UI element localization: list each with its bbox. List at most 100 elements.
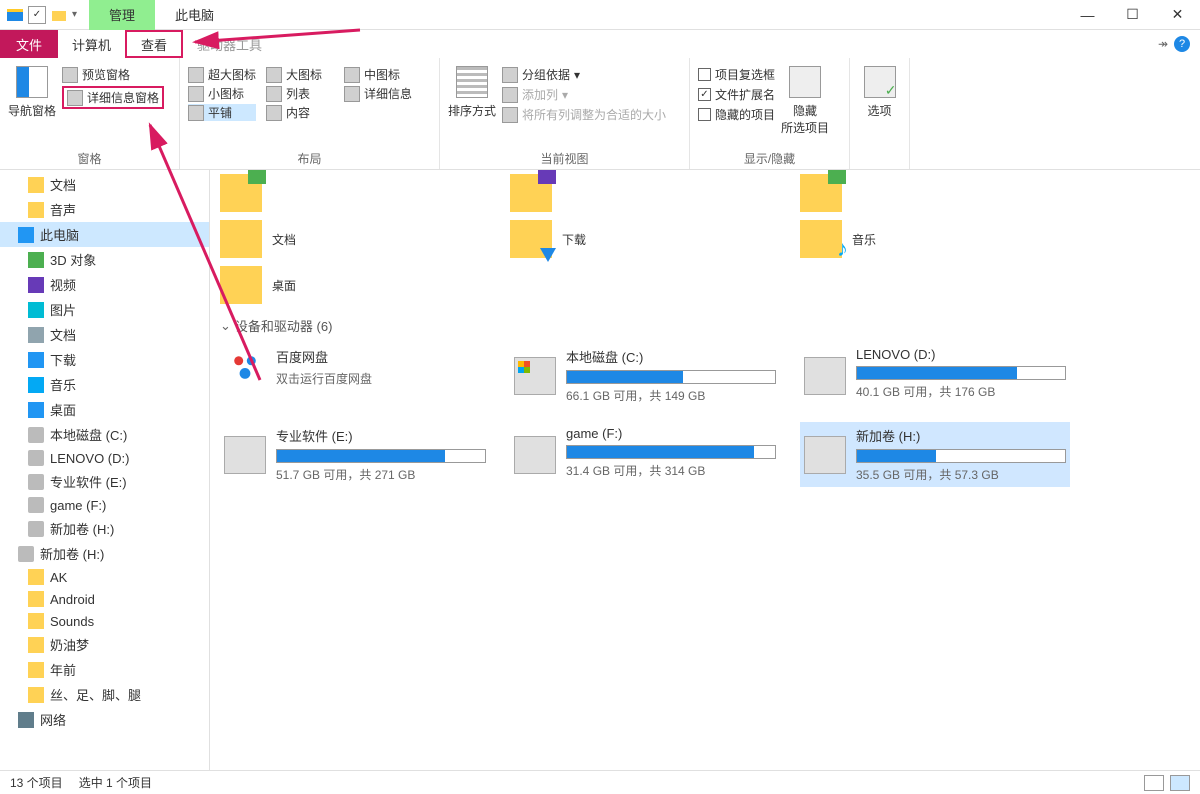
layout-tiles[interactable]: 平铺 (188, 104, 256, 121)
options-button[interactable]: ✓ 选项 (858, 62, 901, 119)
file-ext-toggle[interactable]: ✓文件扩展名 (698, 86, 775, 103)
sidebar-item-2[interactable]: 此电脑 (0, 222, 209, 247)
folder-icon (28, 202, 44, 218)
icons-view-toggle[interactable] (1170, 775, 1190, 791)
sidebar-item-label: 新加卷 (H:) (40, 544, 104, 563)
layout-md[interactable]: 中图标 (344, 66, 412, 83)
layout-xl[interactable]: 超大图标 (188, 66, 256, 83)
preview-pane-button[interactable]: 预览窗格 (62, 66, 164, 83)
drive-usage-bar (566, 445, 776, 459)
folder-item[interactable]: 音乐 (800, 220, 1050, 258)
ribbon-group-layout: 布局 (188, 148, 431, 167)
folder-item[interactable]: 桌面 (220, 266, 470, 304)
group-by-button[interactable]: 分组依据 ▾ (502, 66, 666, 83)
sidebar[interactable]: 文档音声此电脑3D 对象视频图片文档下载音乐桌面本地磁盘 (C:)LENOVO … (0, 170, 210, 770)
hide-selected-button[interactable]: 隐藏 所选项目 (781, 62, 829, 136)
tab-view[interactable]: 查看 (125, 30, 183, 58)
layout-details[interactable]: 详细信息 (344, 85, 412, 102)
tab-computer[interactable]: 计算机 (58, 30, 125, 58)
context-tab-manage[interactable]: 管理 (89, 0, 155, 30)
folder-item[interactable] (800, 174, 1050, 212)
folder-label: 下载 (562, 231, 586, 248)
sidebar-item-11[interactable]: LENOVO (D:) (0, 447, 209, 469)
folder-icon (28, 569, 44, 585)
folder-item[interactable] (220, 174, 470, 212)
drive-item[interactable]: 新加卷 (H:)35.5 GB 可用，共 57.3 GB (800, 422, 1070, 487)
layout-sm[interactable]: 小图标 (188, 85, 256, 102)
net-icon (18, 712, 34, 728)
sidebar-item-label: 视频 (50, 275, 76, 294)
sidebar-item-19[interactable]: 奶油梦 (0, 632, 209, 657)
drive-item[interactable]: 专业软件 (E:)51.7 GB 可用，共 271 GB (220, 422, 490, 487)
sidebar-item-label: 年前 (50, 660, 76, 679)
sidebar-item-10[interactable]: 本地磁盘 (C:) (0, 422, 209, 447)
sidebar-item-14[interactable]: 新加卷 (H:) (0, 516, 209, 541)
minimize-button[interactable]: — (1065, 0, 1110, 30)
folder-item[interactable] (510, 174, 760, 212)
drive-sub: 51.7 GB 可用，共 271 GB (276, 466, 486, 483)
maximize-button[interactable]: ☐ (1110, 0, 1155, 30)
sidebar-item-4[interactable]: 视频 (0, 272, 209, 297)
sidebar-item-16[interactable]: AK (0, 566, 209, 588)
details-view-toggle[interactable] (1144, 775, 1164, 791)
layout-list[interactable]: 列表 (266, 85, 334, 102)
sidebar-item-7[interactable]: 下载 (0, 347, 209, 372)
sidebar-item-6[interactable]: 文档 (0, 322, 209, 347)
hidden-items-toggle[interactable]: 隐藏的项目 (698, 106, 775, 123)
layout-content[interactable]: 内容 (266, 104, 334, 121)
sidebar-item-22[interactable]: 网络 (0, 707, 209, 732)
sidebar-item-label: 本地磁盘 (C:) (50, 425, 127, 444)
drive-icon (804, 357, 846, 395)
sidebar-item-13[interactable]: game (F:) (0, 494, 209, 516)
sidebar-item-15[interactable]: 新加卷 (H:) (0, 541, 209, 566)
drive-item[interactable]: 本地磁盘 (C:)66.1 GB 可用，共 149 GB (510, 343, 780, 408)
sidebar-item-5[interactable]: 图片 (0, 297, 209, 322)
sidebar-item-9[interactable]: 桌面 (0, 397, 209, 422)
pic-icon (28, 302, 44, 318)
folder-icon (28, 662, 44, 678)
status-selection: 选中 1 个项目 (79, 774, 152, 791)
pin-icon[interactable]: ↠ (1158, 37, 1168, 51)
app-baidu[interactable]: 百度网盘双击运行百度网盘 (220, 343, 490, 408)
drive-name: 本地磁盘 (C:) (566, 347, 776, 366)
drive-name: LENOVO (D:) (856, 347, 1066, 362)
sidebar-item-20[interactable]: 年前 (0, 657, 209, 682)
drive-item[interactable]: game (F:)31.4 GB 可用，共 314 GB (510, 422, 780, 487)
obj3d-icon (28, 252, 44, 268)
sidebar-item-3[interactable]: 3D 对象 (0, 247, 209, 272)
layout-lg[interactable]: 大图标 (266, 66, 334, 83)
sidebar-item-17[interactable]: Android (0, 588, 209, 610)
qat-dropdown-icon[interactable]: ▾ (72, 9, 77, 20)
drive-item[interactable]: LENOVO (D:) 40.1 GB 可用，共 176 GB (800, 343, 1070, 408)
sidebar-item-21[interactable]: 丝、足、脚、腿 (0, 682, 209, 707)
sidebar-item-18[interactable]: Sounds (0, 610, 209, 632)
main-panel[interactable]: 文档下载音乐 桌面 ⌄设备和驱动器 (6) 百度网盘双击运行百度网盘本地磁盘 (… (210, 170, 1200, 770)
close-button[interactable]: ✕ (1155, 0, 1200, 30)
fit-columns-button[interactable]: 将所有列调整为合适的大小 (502, 106, 666, 123)
checkbox-icon[interactable]: ✓ (28, 6, 46, 24)
sidebar-item-label: 网络 (40, 710, 66, 729)
doc-icon (28, 327, 44, 343)
folder-icon[interactable] (50, 6, 68, 24)
titlebar: ✓ ▾ 管理 此电脑 — ☐ ✕ (0, 0, 1200, 30)
sidebar-item-label: 文档 (50, 325, 76, 344)
sidebar-item-1[interactable]: 音声 (0, 197, 209, 222)
sidebar-item-8[interactable]: 音乐 (0, 372, 209, 397)
tab-drive-tools[interactable]: 驱动器工具 (183, 30, 276, 58)
folder-item[interactable]: 下载 (510, 220, 760, 258)
sidebar-item-label: 下载 (50, 350, 76, 369)
add-columns-button[interactable]: 添加列 ▾ (502, 86, 666, 103)
content-area: 文档音声此电脑3D 对象视频图片文档下载音乐桌面本地磁盘 (C:)LENOVO … (0, 170, 1200, 770)
details-pane-button[interactable]: 详细信息窗格 (62, 86, 164, 109)
folder-item[interactable]: 文档 (220, 220, 470, 258)
folder-icon (220, 220, 262, 258)
sort-button[interactable]: 排序方式 (448, 62, 496, 119)
sidebar-item-12[interactable]: 专业软件 (E:) (0, 469, 209, 494)
tab-file[interactable]: 文件 (0, 30, 58, 58)
section-devices[interactable]: ⌄设备和驱动器 (6) (220, 316, 1190, 335)
item-checkboxes-toggle[interactable]: 项目复选框 (698, 66, 775, 83)
nav-pane-button[interactable]: 导航窗格 (8, 62, 56, 119)
drive-sub: 40.1 GB 可用，共 176 GB (856, 383, 1066, 400)
help-icon[interactable]: ? (1174, 36, 1190, 52)
sidebar-item-0[interactable]: 文档 (0, 172, 209, 197)
